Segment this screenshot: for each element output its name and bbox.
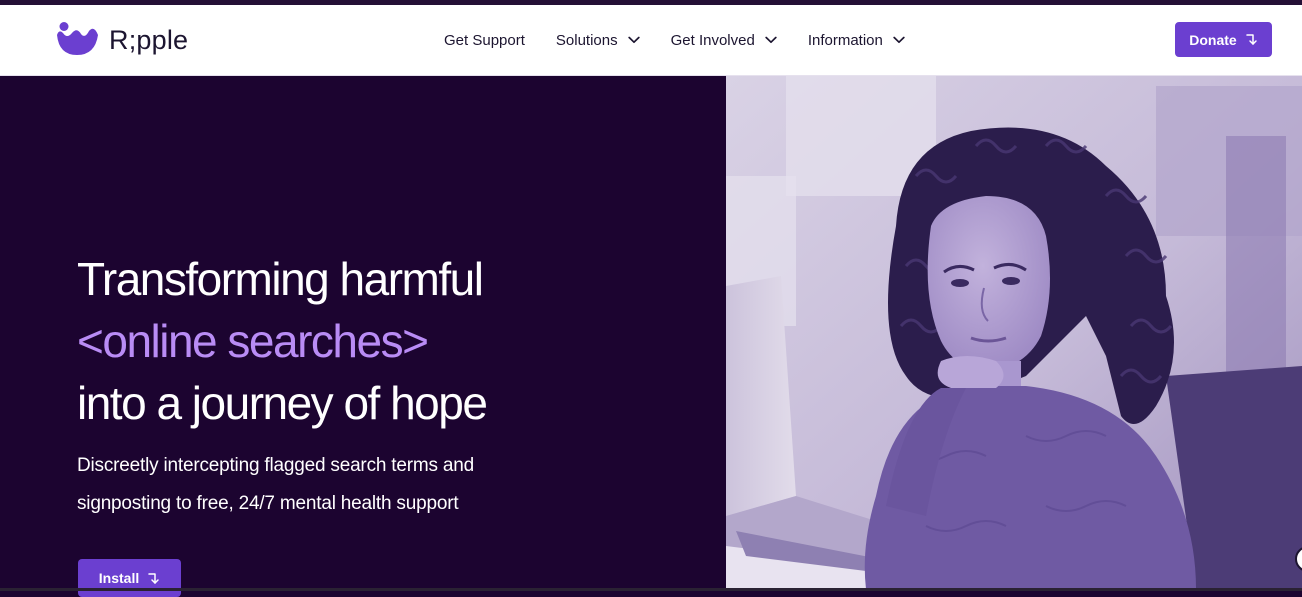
nav-label: Solutions: [555, 31, 618, 49]
hero-photo-woman-at-laptop: [726, 76, 1302, 589]
nav-item-get-involved[interactable]: Get Involved: [671, 32, 777, 49]
headline-line-3: into a journey of hope: [77, 377, 488, 429]
site-header: R;pple Get Support Solutions Get Involve…: [0, 5, 1302, 76]
nav-item-solutions[interactable]: Solutions: [556, 32, 640, 49]
headline-highlight: <online searches>: [77, 315, 429, 367]
chevron-down-icon: [627, 36, 640, 44]
logo-link[interactable]: R;pple: [55, 21, 188, 59]
donate-label: Donate: [1189, 31, 1237, 48]
hero-headline: Transforming harmful <online searches> i…: [77, 248, 488, 434]
install-label: Install: [98, 570, 140, 586]
brand-name: R;pple: [109, 24, 189, 55]
donate-button[interactable]: Donate: [1175, 22, 1272, 57]
main-nav: Get Support Solutions Get Involved Infor…: [444, 5, 936, 75]
ripple-logo-icon: [57, 22, 98, 55]
install-button[interactable]: Install: [78, 559, 181, 597]
arrow-down-right-icon: [1245, 34, 1257, 45]
hero-subtext: Discreetly intercepting flagged search t…: [77, 455, 474, 514]
arrow-down-right-icon: [148, 572, 159, 584]
hero-image: [726, 76, 1302, 589]
chevron-down-icon: [765, 36, 777, 44]
headline-line-1: Transforming harmful: [77, 253, 484, 305]
nav-item-information[interactable]: Information: [808, 32, 905, 49]
nav-label: Get Involved: [670, 31, 755, 49]
chevron-down-icon: [893, 36, 905, 44]
nav-item-get-support[interactable]: Get Support: [444, 32, 525, 49]
nav-label: Information: [807, 31, 883, 49]
nav-label: Get Support: [444, 31, 525, 49]
